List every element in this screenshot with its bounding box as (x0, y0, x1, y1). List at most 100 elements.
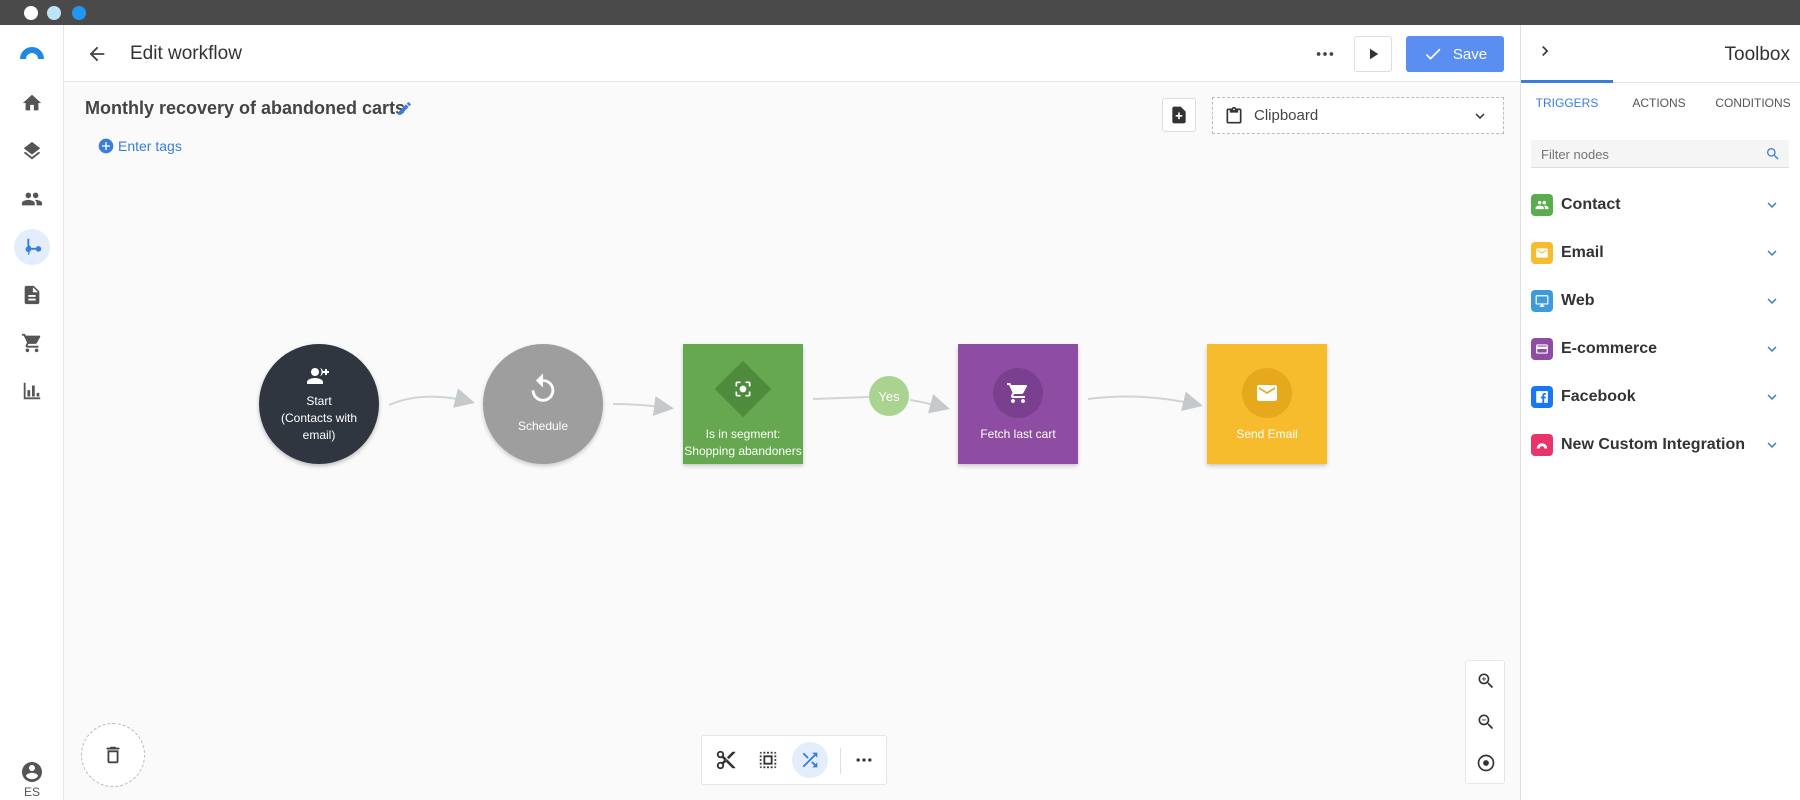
play-icon (1370, 48, 1379, 60)
nav-contacts-icon[interactable] (14, 181, 50, 217)
active-tab-indicator (1521, 80, 1613, 83)
edge-yes-label[interactable]: Yes (869, 376, 909, 416)
integration-icon (1531, 434, 1553, 456)
delete-drop-zone[interactable] (81, 723, 145, 787)
save-button[interactable]: Save (1406, 36, 1504, 72)
nav-cart-icon[interactable] (14, 325, 50, 361)
canvas-toolbar (701, 735, 887, 785)
node-fetch-last-cart[interactable]: Fetch last cart (958, 344, 1078, 464)
node-send-email[interactable]: Send Email (1207, 344, 1327, 464)
category-web-label: Web (1561, 292, 1595, 309)
category-facebook[interactable]: Facebook (1531, 373, 1791, 421)
auto-layout-button[interactable] (792, 742, 828, 778)
save-button-label: Save (1452, 45, 1488, 63)
chevron-down-icon (1767, 250, 1777, 256)
mail-icon (1257, 385, 1277, 401)
search-icon (1767, 148, 1779, 160)
check-icon (1425, 48, 1441, 60)
page-title: Edit workflow (130, 43, 242, 64)
trash-icon (106, 746, 120, 764)
monitor-icon (1531, 290, 1553, 312)
category-ecommerce[interactable]: E-commerce (1531, 325, 1791, 373)
back-arrow-icon[interactable] (84, 41, 110, 67)
chevron-down-icon (1767, 202, 1777, 208)
window-titlebar (0, 0, 1800, 25)
window-maximize-dot[interactable] (72, 6, 86, 20)
more-horizontal-icon (856, 758, 872, 762)
toolbar-more-button[interactable] (846, 742, 882, 778)
nav-workflow-icon[interactable] (14, 229, 50, 265)
node-start-label: Start (Contacts with email) (259, 393, 379, 444)
node-segment-label: Is in segment: Shopping abandoners (683, 426, 803, 460)
edge-segment-yes (812, 396, 870, 400)
node-start-line2: (Contacts with (280, 411, 358, 425)
zoom-in-icon (1478, 673, 1494, 689)
recenter-button[interactable] (1472, 747, 1500, 779)
language-code[interactable]: ES (0, 785, 64, 799)
category-email-label: Email (1561, 244, 1604, 261)
chevron-down-icon (1767, 442, 1777, 448)
tab-conditions[interactable]: CONDITIONS (1705, 96, 1800, 110)
select-all-icon (759, 751, 777, 769)
node-start-line3: email) (302, 428, 336, 442)
node-schedule[interactable]: Schedule (483, 344, 603, 464)
page-header: Edit workflow Save (64, 25, 1520, 82)
zoom-in-button[interactable] (1472, 665, 1500, 697)
chevron-down-icon (1767, 346, 1777, 352)
workflow-canvas[interactable]: Monthly recovery of abandoned carts Ente… (64, 82, 1520, 800)
node-start-line1: Start (306, 394, 332, 408)
window-close-dot[interactable] (24, 6, 38, 20)
refresh-icon (531, 373, 555, 402)
chevron-down-icon (1767, 298, 1777, 304)
node-segment-line1: Is in segment: (705, 427, 781, 441)
contacts-icon (1531, 194, 1553, 216)
tab-triggers[interactable]: TRIGGERS (1521, 96, 1613, 110)
account-icon[interactable] (20, 760, 44, 784)
tab-actions[interactable]: ACTIONS (1613, 96, 1705, 110)
toolbar-divider (840, 748, 841, 774)
facebook-icon (1531, 386, 1553, 408)
category-contact-label: Contact (1561, 196, 1621, 213)
cart-icon (1007, 383, 1028, 403)
nav-document-icon[interactable] (14, 277, 50, 313)
node-email-label: Send Email (1236, 427, 1298, 441)
cut-tool-button[interactable] (708, 742, 744, 778)
category-email[interactable]: Email (1531, 229, 1791, 277)
collapse-toolbox-icon[interactable] (1533, 39, 1557, 63)
segment-focus-icon (735, 381, 751, 397)
edge-yes-fetch (909, 394, 950, 414)
filter-nodes-field[interactable] (1531, 140, 1789, 168)
run-workflow-button[interactable] (1354, 36, 1392, 72)
nav-layers-icon[interactable] (14, 133, 50, 169)
category-web[interactable]: Web (1531, 277, 1791, 325)
left-nav: ES (0, 25, 64, 800)
category-ecommerce-label: E-commerce (1561, 340, 1658, 357)
node-segment-line2: Shopping abandoners (684, 444, 802, 458)
category-new-custom-integration[interactable]: New Custom Integration (1531, 421, 1791, 469)
scissors-icon (716, 750, 736, 770)
category-contact[interactable]: Contact (1531, 181, 1791, 229)
edge-schedule-segment (612, 396, 674, 416)
nav-chart-icon[interactable] (14, 373, 50, 409)
toolbox-title: Toolbox (1724, 44, 1791, 65)
category-facebook-label: Facebook (1561, 388, 1636, 405)
nav-home-icon[interactable] (14, 85, 50, 121)
filter-nodes-input[interactable] (1531, 140, 1761, 168)
zoom-out-icon (1478, 714, 1494, 730)
target-icon (1477, 754, 1495, 772)
select-tool-button[interactable] (750, 742, 786, 778)
chevron-down-icon (1767, 394, 1777, 400)
toolbox-panel: Toolbox TRIGGERS ACTIONS CONDITIONS Cont… (1520, 25, 1800, 800)
edge-start-schedule (388, 388, 475, 408)
node-schedule-label: Schedule (517, 419, 569, 433)
category-new-custom-integration-label: New Custom Integration (1561, 436, 1746, 453)
window-minimize-dot[interactable] (47, 6, 61, 20)
node-segment[interactable]: Is in segment: Shopping abandoners (683, 344, 803, 464)
more-options-icon[interactable] (1310, 39, 1340, 69)
node-fetch-label: Fetch last cart (980, 427, 1056, 441)
node-start[interactable]: Start (Contacts with email) (259, 344, 379, 464)
card-icon (1531, 338, 1553, 360)
edge-fetch-email (1087, 391, 1203, 412)
zoom-out-button[interactable] (1472, 706, 1500, 738)
app-logo[interactable] (17, 41, 47, 71)
